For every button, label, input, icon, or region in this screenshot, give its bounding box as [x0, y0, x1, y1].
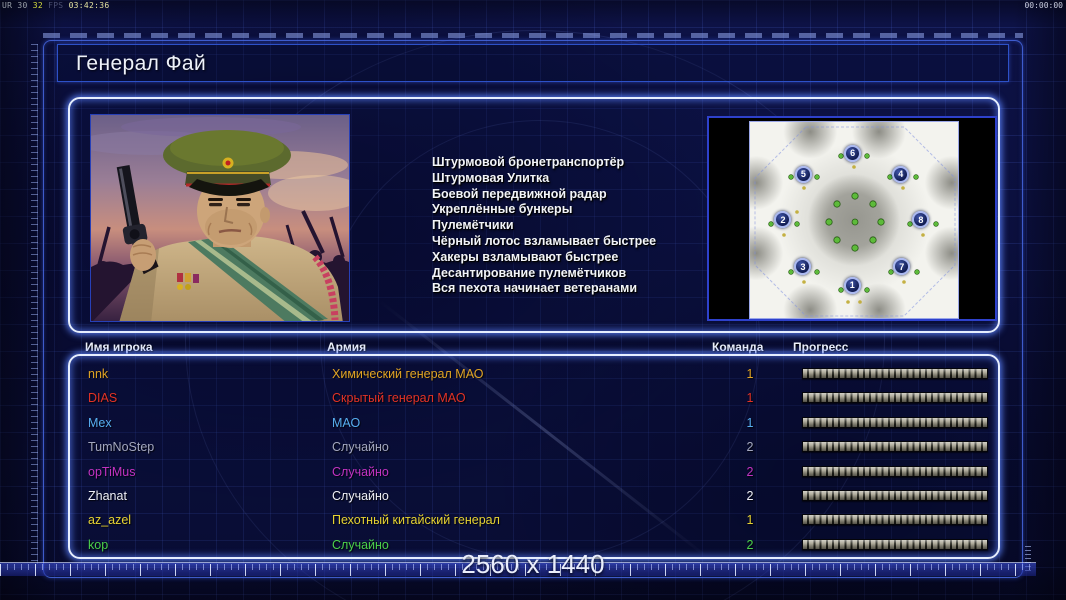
top-tick-strip: [43, 33, 1023, 38]
column-header-progress: Прогресс: [793, 340, 849, 354]
player-table-panel: nnk Химический генерал МАО 1 DIAS Скрыты…: [68, 354, 1000, 559]
player-name: Mex: [88, 415, 112, 430]
player-team: 1: [746, 391, 754, 406]
player-name: nnk: [88, 367, 109, 381]
player-team: 1: [746, 513, 754, 528]
progress-fill: [803, 442, 987, 452]
debug-overlay: UR 30 32 FPS 03:42:36: [2, 1, 110, 10]
page-title: Генерал Фай: [76, 52, 207, 75]
column-header-team: Команда: [712, 340, 764, 354]
map-preview: 1 2 3 4 5 6 7 8: [749, 121, 959, 319]
table-row: nnk Химический генерал МАО 1: [70, 363, 998, 387]
map-spawn-marker: 6: [844, 144, 862, 162]
player-army: Случайно: [332, 488, 389, 503]
resolution-label: 2560 x 1440: [461, 549, 605, 579]
player-army: Случайно: [332, 440, 389, 455]
player-table: nnk Химический генерал МАО 1 DIAS Скрыты…: [70, 356, 998, 557]
progress-fill: [803, 369, 987, 378]
player-army: Пехотный китайский генерал: [332, 513, 500, 528]
ability-item: Чёрный лотос взламывает быстрее: [432, 233, 657, 248]
session-clock: 03:42:36: [68, 1, 110, 10]
ability-item: Штурмовая Улитка: [432, 170, 550, 185]
progress-bar: [802, 489, 988, 501]
perf-value: 32: [32, 1, 43, 10]
perf-label: UR 30: [2, 1, 28, 10]
general-info-panel: Штурмовой бронетранспортёр Штурмовая Ули…: [68, 97, 1000, 333]
progress-bar: [802, 465, 988, 477]
table-row: az_azel Пехотный китайский генерал 1: [70, 509, 998, 533]
ability-item: Штурмовой бронетранспортёр: [432, 155, 625, 169]
loading-screen: UR 30 32 FPS 03:42:36 00:00:00 Генерал Ф…: [0, 0, 1066, 600]
ability-item: Пулемётчики: [432, 218, 514, 233]
player-army: МАО: [332, 415, 361, 430]
progress-fill: [803, 490, 987, 500]
map-preview-box: 1 2 3 4 5 6 7 8: [707, 116, 997, 321]
ability-item: Десантирование пулемётчиков: [432, 265, 627, 280]
player-name: TumNoStep: [88, 440, 155, 455]
progress-fill: [803, 539, 987, 549]
ability-item: Боевой передвижной радар: [432, 186, 607, 201]
map-spawn-marker: 1: [843, 276, 861, 294]
table-row: opTiMus Случайно 2: [70, 461, 998, 485]
title-box: Генерал Фай: [57, 44, 1009, 82]
map-spawn-marker: 5: [794, 165, 812, 183]
progress-bar: [802, 368, 988, 379]
player-army: Химический генерал МАО: [332, 367, 484, 381]
ability-item: Хакеры взламывают быстрее: [432, 249, 619, 264]
player-team: 1: [746, 367, 754, 381]
player-name: Zhanat: [88, 488, 127, 503]
progress-bar: [802, 416, 988, 428]
progress-fill: [803, 417, 987, 427]
player-team: 2: [746, 464, 754, 479]
progress-bar: [802, 514, 988, 526]
player-name: DIAS: [88, 391, 118, 406]
player-army: Скрытый генерал МАО: [332, 391, 466, 406]
column-header-name: Имя игрока: [85, 340, 153, 354]
match-timer: 00:00:00: [1024, 1, 1063, 10]
table-row: DIAS Скрытый генерал МАО 1: [70, 387, 998, 411]
player-army: Случайно: [332, 464, 389, 479]
column-header-army: Армия: [327, 340, 367, 354]
ability-item: Укреплённые бункеры: [432, 202, 573, 217]
progress-bar: [802, 392, 988, 404]
map-spawn-marker: 4: [892, 165, 910, 183]
progress-bar: [802, 441, 988, 453]
progress-fill: [803, 515, 987, 525]
general-abilities-list: Штурмовой бронетранспортёр Штурмовая Ули…: [432, 155, 732, 297]
progress-fill: [803, 393, 987, 403]
player-team: 1: [746, 415, 754, 430]
ability-item: Вся пехота начинает ветеранами: [432, 281, 638, 296]
table-row: Zhanat Случайно 2: [70, 485, 998, 509]
table-row: TumNoStep Случайно 2: [70, 436, 998, 460]
player-team: 2: [746, 488, 754, 503]
table-row: Mex МАО 1: [70, 412, 998, 436]
general-portrait: [90, 114, 350, 322]
general-portrait-art: [91, 115, 349, 321]
player-name: opTiMus: [88, 464, 136, 479]
left-ruler: [31, 44, 38, 564]
player-name: az_azel: [88, 513, 132, 528]
player-team: 2: [746, 440, 754, 455]
perf-suffix: FPS: [48, 1, 64, 10]
progress-fill: [803, 466, 987, 476]
